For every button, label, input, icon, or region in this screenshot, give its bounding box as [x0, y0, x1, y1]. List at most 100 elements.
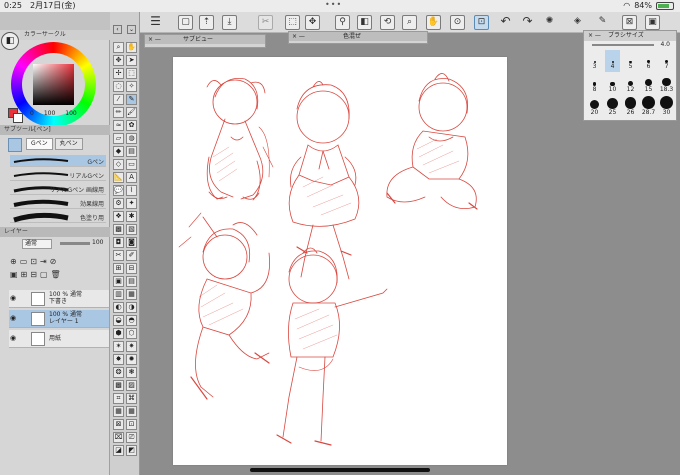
eye-icon[interactable]: ◉	[10, 294, 16, 302]
magic-wand-icon[interactable]: ✧	[126, 81, 137, 92]
brush-item-fill[interactable]: 色塗り用	[10, 211, 106, 223]
sub-tool-k-icon[interactable]: ⊞	[113, 263, 124, 274]
brush-item-effect-line[interactable]: 効果線用	[10, 197, 106, 209]
operation-tool-icon[interactable]: ➤	[126, 55, 137, 66]
eye-icon[interactable]: ◉	[10, 334, 16, 342]
sub-color-swatch[interactable]	[13, 113, 23, 123]
layer-row-sketch[interactable]: ◉ 100 % 通常 下書き	[9, 290, 109, 308]
pen-tool-icon[interactable]: ✎	[126, 94, 137, 105]
brush-size-option[interactable]: 3	[587, 50, 602, 72]
collapse-icon[interactable]: ‹	[113, 25, 122, 34]
sub-tool-ai-icon[interactable]: ⊠	[113, 419, 124, 430]
layer-move-icon[interactable]: ✢	[113, 68, 124, 79]
close-icon[interactable]: × —	[292, 32, 305, 41]
new-file-icon[interactable]: ▢	[178, 15, 193, 30]
undo-icon[interactable]: ↶	[498, 15, 513, 30]
sub-tool-u-icon[interactable]: ⬢	[113, 328, 124, 339]
sub-tool-g-icon[interactable]: ◘	[113, 237, 124, 248]
hand-tool-icon[interactable]: ✋	[126, 42, 137, 53]
eraser-icon[interactable]: ▱	[113, 133, 124, 144]
menu-icon[interactable]: ☰	[148, 15, 163, 30]
open-icon[interactable]: ⇡	[199, 15, 214, 30]
close-icon[interactable]: × —	[588, 31, 601, 41]
multitasking-dots[interactable]: •••	[325, 0, 342, 11]
sub-tool-ab-icon[interactable]: ❃	[126, 367, 137, 378]
saturation-square[interactable]	[33, 64, 74, 105]
brush-size-option[interactable]: 20	[587, 96, 602, 118]
brush-item-real-g-pen-line[interactable]: リアルGペン 画線用	[10, 183, 106, 195]
sub-tool-o-icon[interactable]: ▥	[113, 289, 124, 300]
sub-tool-r-icon[interactable]: ◑	[126, 302, 137, 313]
tab-maru-pen[interactable]: 丸ペン	[54, 138, 83, 150]
redo-icon[interactable]: ↷	[520, 15, 535, 30]
hand-icon[interactable]: ✋	[426, 15, 441, 30]
decoration-icon[interactable]: ✿	[126, 120, 137, 131]
blend-mode-select[interactable]: 通常	[22, 239, 52, 249]
settings-icon[interactable]: ✺	[542, 15, 557, 30]
drawing-canvas[interactable]	[173, 57, 507, 465]
layer-row-layer1[interactable]: ◉ 100 % 通常 レイヤー 1	[9, 310, 109, 328]
sub-tool-e-icon[interactable]: ▩	[113, 224, 124, 235]
sub-tool-aj-icon[interactable]: ⊡	[126, 419, 137, 430]
sub-tool-p-icon[interactable]: ▦	[126, 289, 137, 300]
blend-icon[interactable]: ◍	[126, 133, 137, 144]
ruler-icon[interactable]: ⊡	[474, 15, 489, 30]
tab-g-pen[interactable]: Gペン	[26, 138, 53, 150]
sub-tool-j-icon[interactable]: ✐	[126, 250, 137, 261]
dock-toggle-icon[interactable]: ◧	[1, 32, 19, 50]
brush-size-option[interactable]: 30	[659, 96, 674, 118]
brush-size-option[interactable]: 7	[659, 50, 674, 72]
brush-size-option[interactable]: 15	[641, 73, 656, 95]
gradient-icon[interactable]: ▤	[126, 146, 137, 157]
canvas-icon[interactable]: ▣	[645, 15, 660, 30]
snap-icon[interactable]: ⊙	[450, 15, 465, 30]
text-tool-icon[interactable]: A	[126, 172, 137, 183]
sub-tool-h-icon[interactable]: ◙	[126, 237, 137, 248]
correct-line-icon[interactable]: ⌇	[126, 185, 137, 196]
sub-tool-ah-icon[interactable]: ▦	[126, 406, 137, 417]
brush-size-slider[interactable]	[592, 44, 654, 46]
eyedropper-icon[interactable]: ⁄	[113, 94, 124, 105]
sub-tool-ac-icon[interactable]: ▩	[113, 380, 124, 391]
flip-icon[interactable]: ◧	[357, 15, 372, 30]
opacity-slider[interactable]	[60, 242, 90, 245]
fill-tool-icon[interactable]: ◆	[113, 146, 124, 157]
brush-size-palette[interactable]: × — ブラシサイズ 4.0 3 4 5 6 7 8 10 12 15 18.3 20 25 26 28.7…	[583, 30, 677, 121]
sub-tool-b-icon[interactable]: ✦	[126, 198, 137, 209]
sub-tool-an-icon[interactable]: ◩	[126, 445, 137, 456]
layer-row-paper[interactable]: ◉ 用紙	[9, 330, 109, 348]
transform-icon[interactable]: ⬚	[285, 15, 300, 30]
zoom-icon[interactable]: ⌕	[402, 15, 417, 30]
selection-tool-icon[interactable]: ⬚	[126, 68, 137, 79]
sub-tool-am-icon[interactable]: ◪	[113, 445, 124, 456]
ruler-tool-icon[interactable]: 📐	[113, 172, 124, 183]
brush-size-option[interactable]: 4	[605, 50, 620, 72]
close-icon[interactable]: × —	[148, 35, 161, 44]
eye-icon[interactable]: ◉	[10, 314, 16, 322]
brush-icon[interactable]: 🖌	[126, 107, 137, 118]
sub-tool-aa-icon[interactable]: ❂	[113, 367, 124, 378]
sub-tool-n-icon[interactable]: ▤	[126, 276, 137, 287]
color-mix-palette[interactable]: × — 色混ぜ	[288, 31, 428, 44]
brush-size-option[interactable]: 6	[641, 50, 656, 72]
sub-tool-y-icon[interactable]: ✸	[113, 354, 124, 365]
sub-tool-al-icon[interactable]: ⎚	[126, 432, 137, 443]
sub-tool-ag-icon[interactable]: ▦	[113, 406, 124, 417]
figure-icon[interactable]: ◇	[113, 159, 124, 170]
brush-size-option[interactable]: 8	[587, 73, 602, 95]
brush-size-option[interactable]: 28.7	[641, 96, 656, 118]
pen-tool-icon[interactable]	[8, 138, 22, 152]
sub-tool-z-icon[interactable]: ✹	[126, 354, 137, 365]
sub-tool-ak-icon[interactable]: ⌧	[113, 432, 124, 443]
sub-tool-i-icon[interactable]: ✂	[113, 250, 124, 261]
balloon-icon[interactable]: 💬	[113, 185, 124, 196]
sub-tool-af-icon[interactable]: ⌘	[126, 393, 137, 404]
sub-tool-a-icon[interactable]: ⚙	[113, 198, 124, 209]
pencil-icon[interactable]: ✏	[113, 107, 124, 118]
zoom-tool-icon[interactable]: ⌕	[113, 42, 124, 53]
airbrush-icon[interactable]: ≈	[113, 120, 124, 131]
sub-tool-w-icon[interactable]: ✶	[113, 341, 124, 352]
sub-tool-m-icon[interactable]: ▣	[113, 276, 124, 287]
sub-tool-f-icon[interactable]: ▧	[126, 224, 137, 235]
brush-size-option[interactable]: 26	[623, 96, 638, 118]
